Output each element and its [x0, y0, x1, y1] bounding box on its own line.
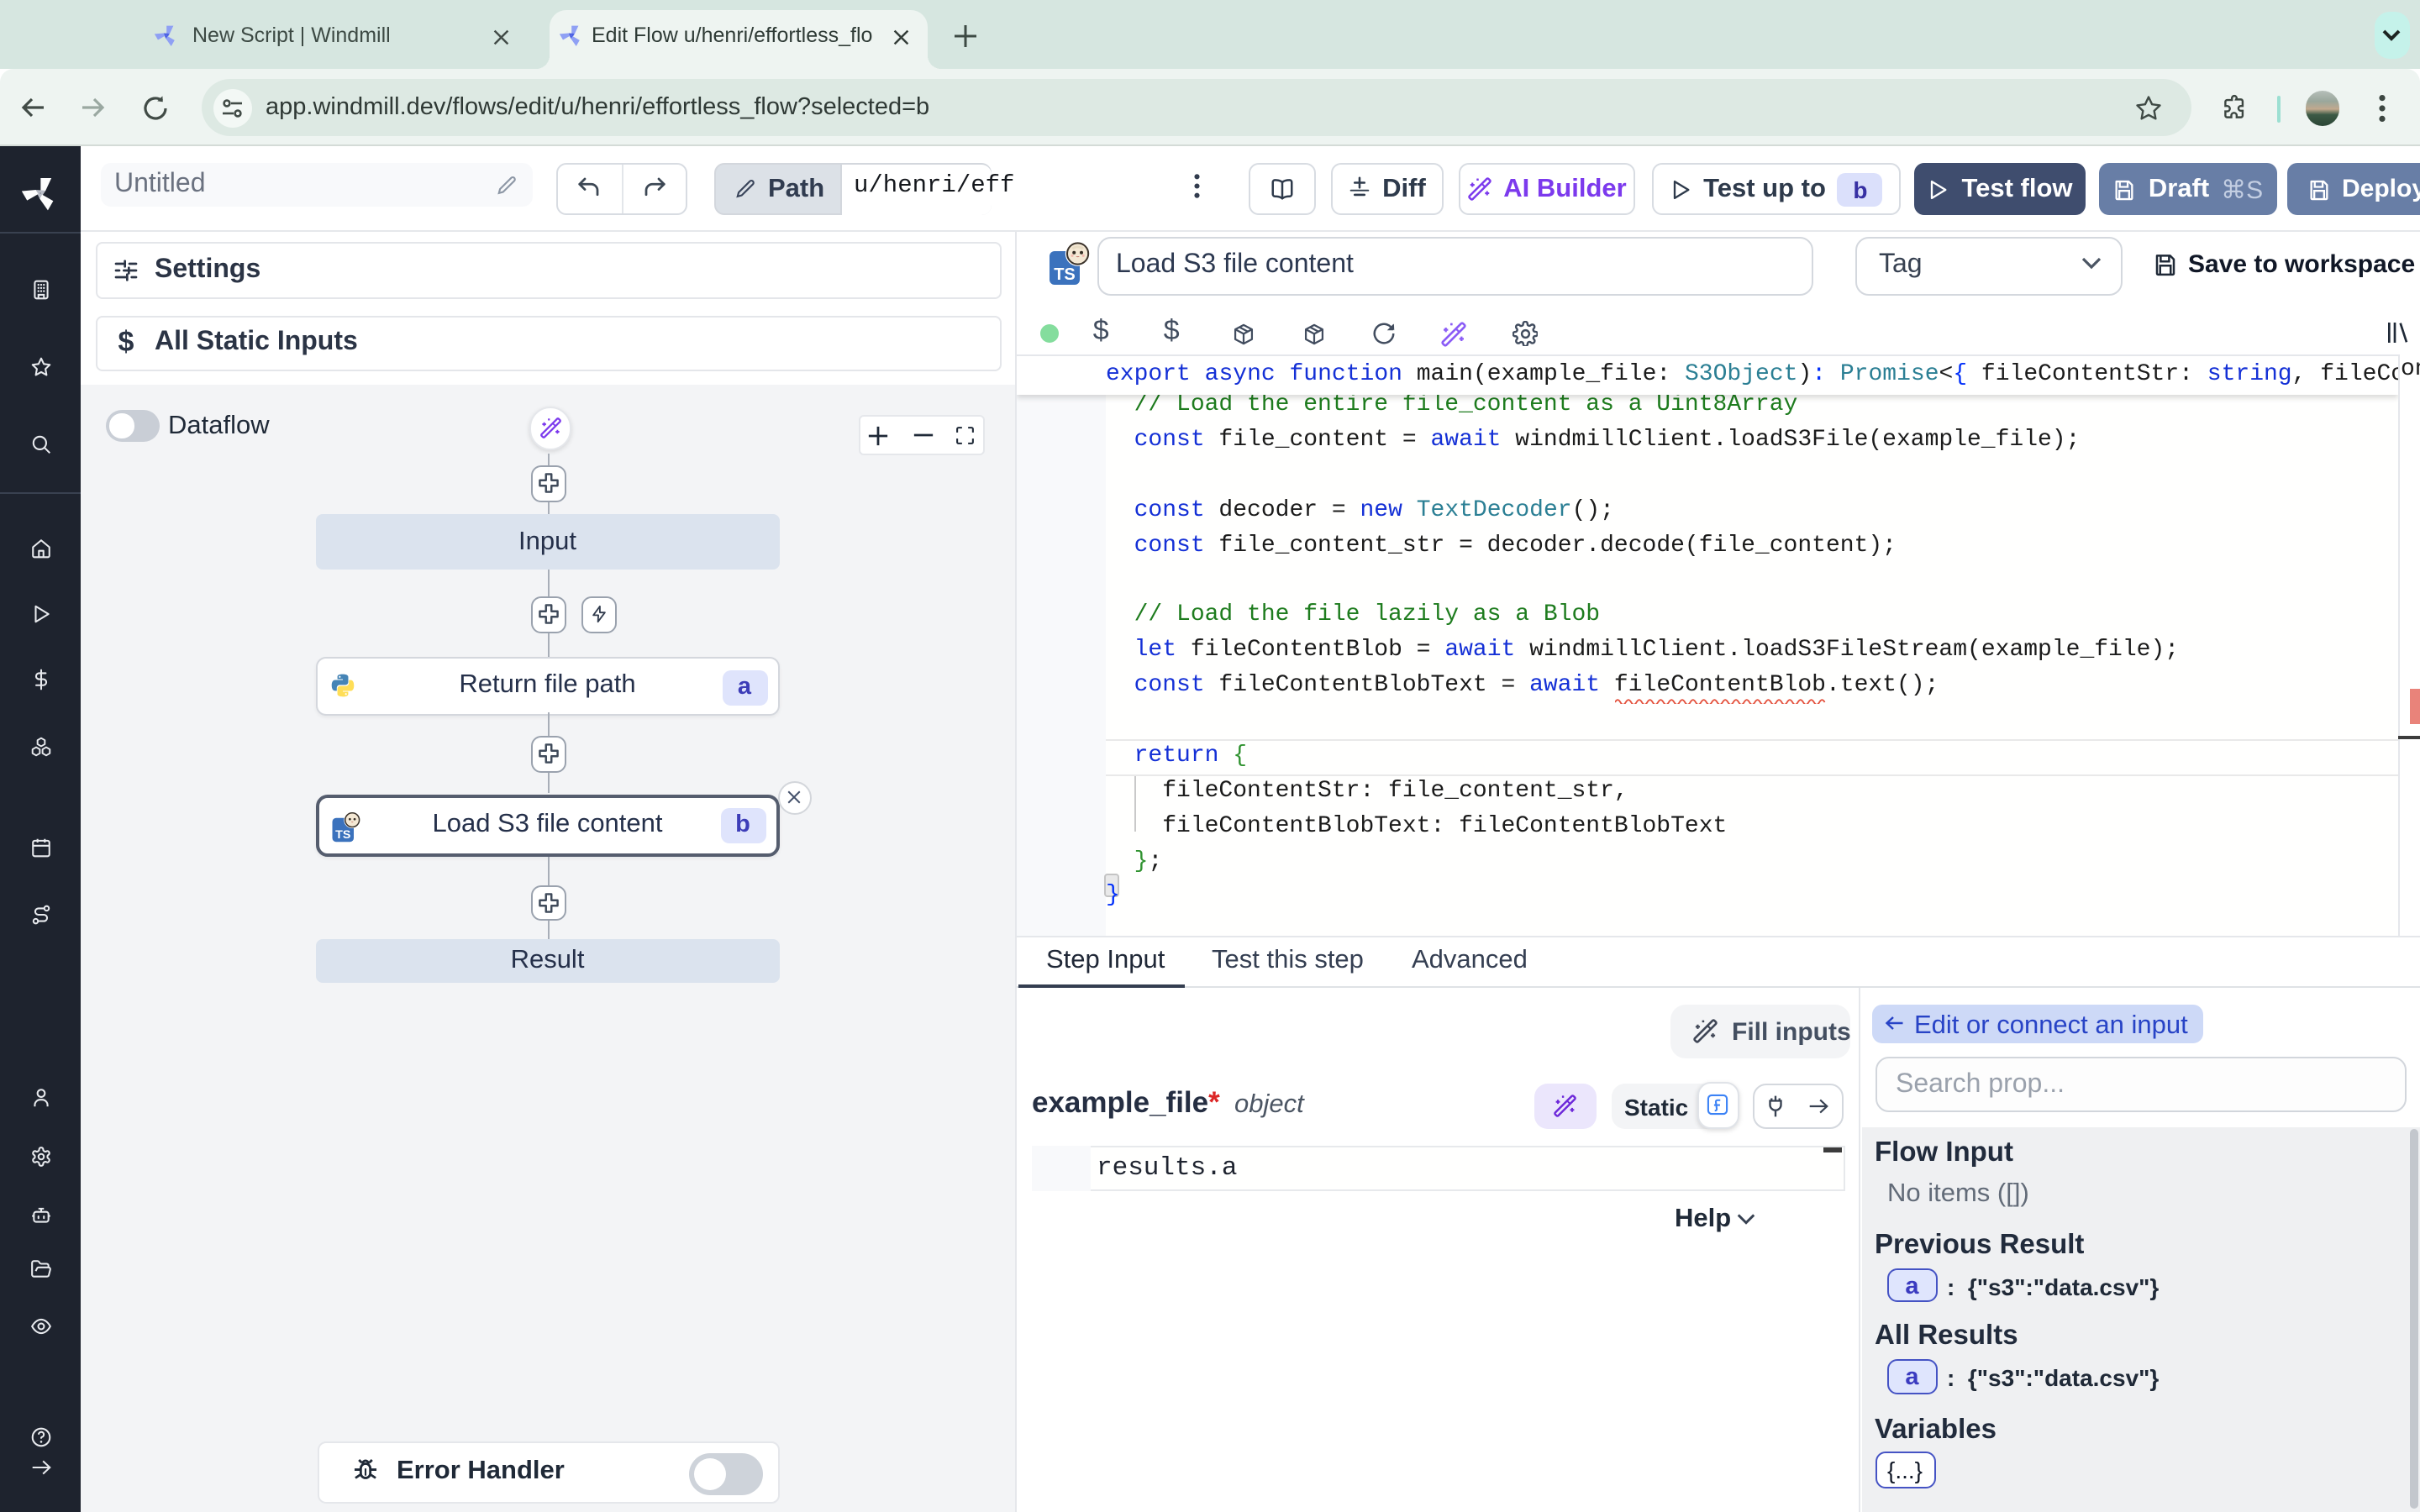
svg-text:TS: TS	[1054, 265, 1076, 283]
svg-text:TS: TS	[334, 827, 350, 841]
